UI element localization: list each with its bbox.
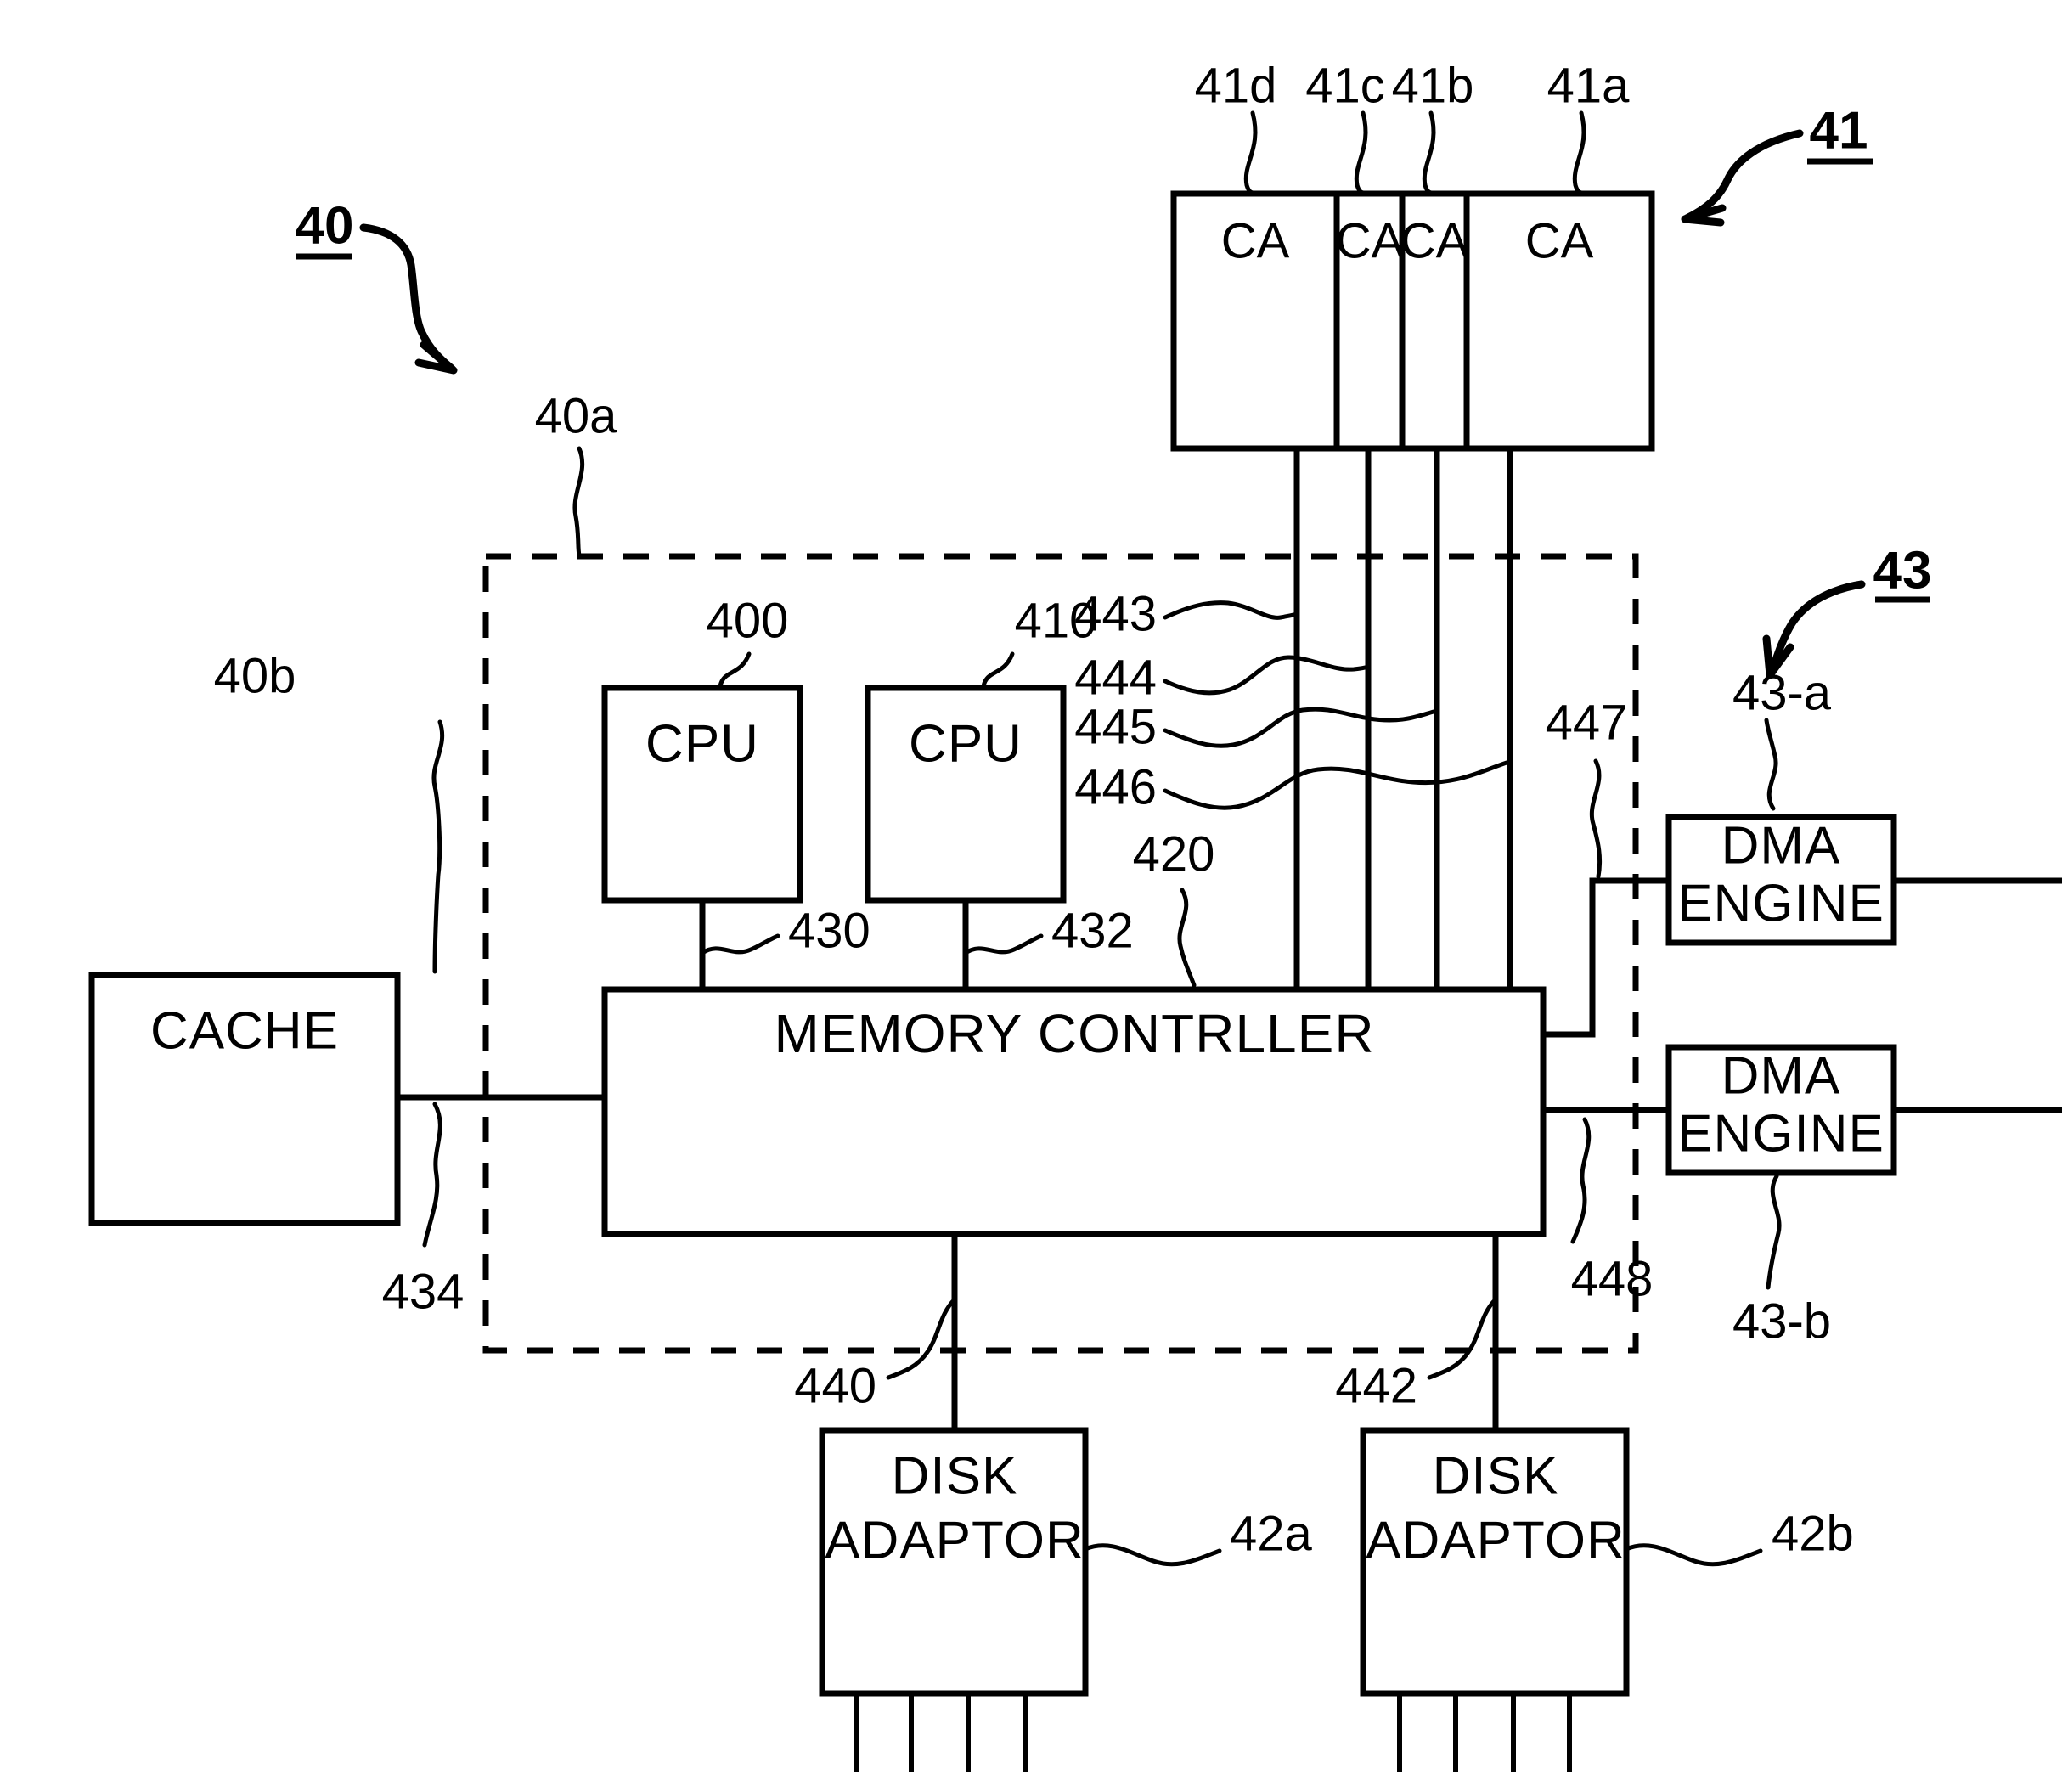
ref-42b: 42b — [1772, 1506, 1854, 1561]
dma-top-label-2: ENGINE — [1677, 874, 1885, 933]
ref-446: 446 — [1074, 759, 1157, 814]
ref-440: 440 — [794, 1358, 876, 1413]
disk-adaptor-left-label-1: DISK — [892, 1446, 1018, 1505]
ca-cell-label-41d: CA — [1221, 213, 1290, 268]
ref-43a: 43-a — [1732, 665, 1832, 720]
ref-445: 445 — [1074, 699, 1157, 754]
leader-410 — [981, 651, 1015, 689]
disk-adaptor-right-label-1: DISK — [1433, 1446, 1559, 1505]
leader-40b — [431, 719, 445, 974]
ref-434: 434 — [382, 1264, 465, 1319]
cache-label: CACHE — [150, 1001, 339, 1060]
ref-40b: 40b — [214, 648, 296, 703]
ref-42a: 42a — [1230, 1506, 1313, 1561]
dma-top-label-1: DMA — [1721, 816, 1841, 875]
ref-41-text: 41 — [1810, 101, 1868, 160]
ref-41c: 41c — [1305, 58, 1385, 113]
ref-442: 442 — [1335, 1358, 1417, 1413]
ref-43-text: 43 — [1873, 541, 1932, 600]
ca-cell-label-41a: CA — [1525, 213, 1594, 268]
ref-41b: 41b — [1392, 58, 1474, 113]
ref-40-text: 40 — [296, 196, 354, 255]
leader-40a — [572, 446, 585, 558]
patent-figure: CA CA CA CA 41d 41c 41b 41a 41 443 444 4… — [0, 0, 2062, 1792]
dma-top-block: DMA ENGINE — [1665, 814, 2062, 946]
cache-block: CACHE — [88, 972, 401, 1226]
leader-400 — [718, 651, 752, 689]
leader-442 — [1427, 1297, 1498, 1380]
disk-adaptor-left-stubs — [854, 1693, 1028, 1772]
cpu-right-label: CPU — [909, 714, 1023, 773]
dma-bottom-block: DMA ENGINE — [1665, 1044, 2062, 1176]
cpu-left-block: CPU — [601, 685, 803, 989]
link-447-path — [1543, 877, 1669, 1038]
memory-controller-label: MEMORY CONTRLLER — [774, 1003, 1374, 1064]
leader-42b — [1624, 1543, 1763, 1567]
cpu-left-label: CPU — [645, 714, 759, 773]
ca-group: CA CA CA CA — [1170, 190, 1655, 452]
memory-controller-block: MEMORY CONTRLLER — [601, 986, 1546, 1237]
disk-adaptor-right-stubs — [1397, 1693, 1572, 1772]
disk-adaptor-left-label-2: ADAPTOR — [825, 1511, 1085, 1569]
main-ref-41: 41 — [1681, 101, 1873, 227]
dma-bottom-label-1: DMA — [1721, 1046, 1841, 1105]
disk-adaptor-right-block: DISK ADAPTOR — [1360, 1234, 1630, 1772]
diagram-canvas: CA CA CA CA 41d 41c 41b 41a 41 443 444 4… — [88, 58, 2062, 1772]
ca-cell-label-41c: CA — [1336, 213, 1405, 268]
bus-ref-leaders — [1163, 600, 1509, 810]
ref-400: 400 — [707, 593, 789, 648]
ref-41a: 41a — [1547, 58, 1631, 113]
leader-42a — [1083, 1543, 1222, 1567]
disk-adaptor-left-block: DISK ADAPTOR — [819, 1234, 1089, 1772]
leader-420 — [1177, 888, 1197, 988]
leader-43a — [1764, 718, 1778, 811]
ref-43b: 43-b — [1732, 1293, 1831, 1349]
leader-430 — [700, 933, 780, 955]
leader-434 — [422, 1102, 442, 1248]
leader-440 — [886, 1297, 957, 1380]
ref-420: 420 — [1133, 826, 1215, 882]
ref-410: 410 — [1015, 593, 1097, 648]
dma-bottom-label-2: ENGINE — [1677, 1104, 1885, 1163]
cpu-right-block: CPU — [865, 685, 1067, 989]
ref-40a: 40a — [535, 388, 618, 443]
ref-447: 447 — [1546, 695, 1628, 750]
leader-43b — [1766, 1174, 1782, 1290]
ref-448: 448 — [1571, 1251, 1654, 1306]
leader-447 — [1589, 758, 1603, 879]
ref-41d: 41d — [1195, 58, 1277, 113]
main-ref-43: 43 — [1762, 541, 1932, 679]
ref-432: 432 — [1051, 903, 1134, 958]
disk-adaptor-right-label-2: ADAPTOR — [1366, 1511, 1625, 1569]
ca-cell-label-41b: CA — [1400, 213, 1469, 268]
ca-ref-leaders — [1243, 110, 1586, 196]
leader-432 — [963, 933, 1044, 955]
main-ref-40: 40 — [296, 196, 458, 375]
leader-448 — [1570, 1117, 1592, 1244]
ref-430: 430 — [788, 903, 870, 958]
ref-444: 444 — [1074, 650, 1157, 705]
